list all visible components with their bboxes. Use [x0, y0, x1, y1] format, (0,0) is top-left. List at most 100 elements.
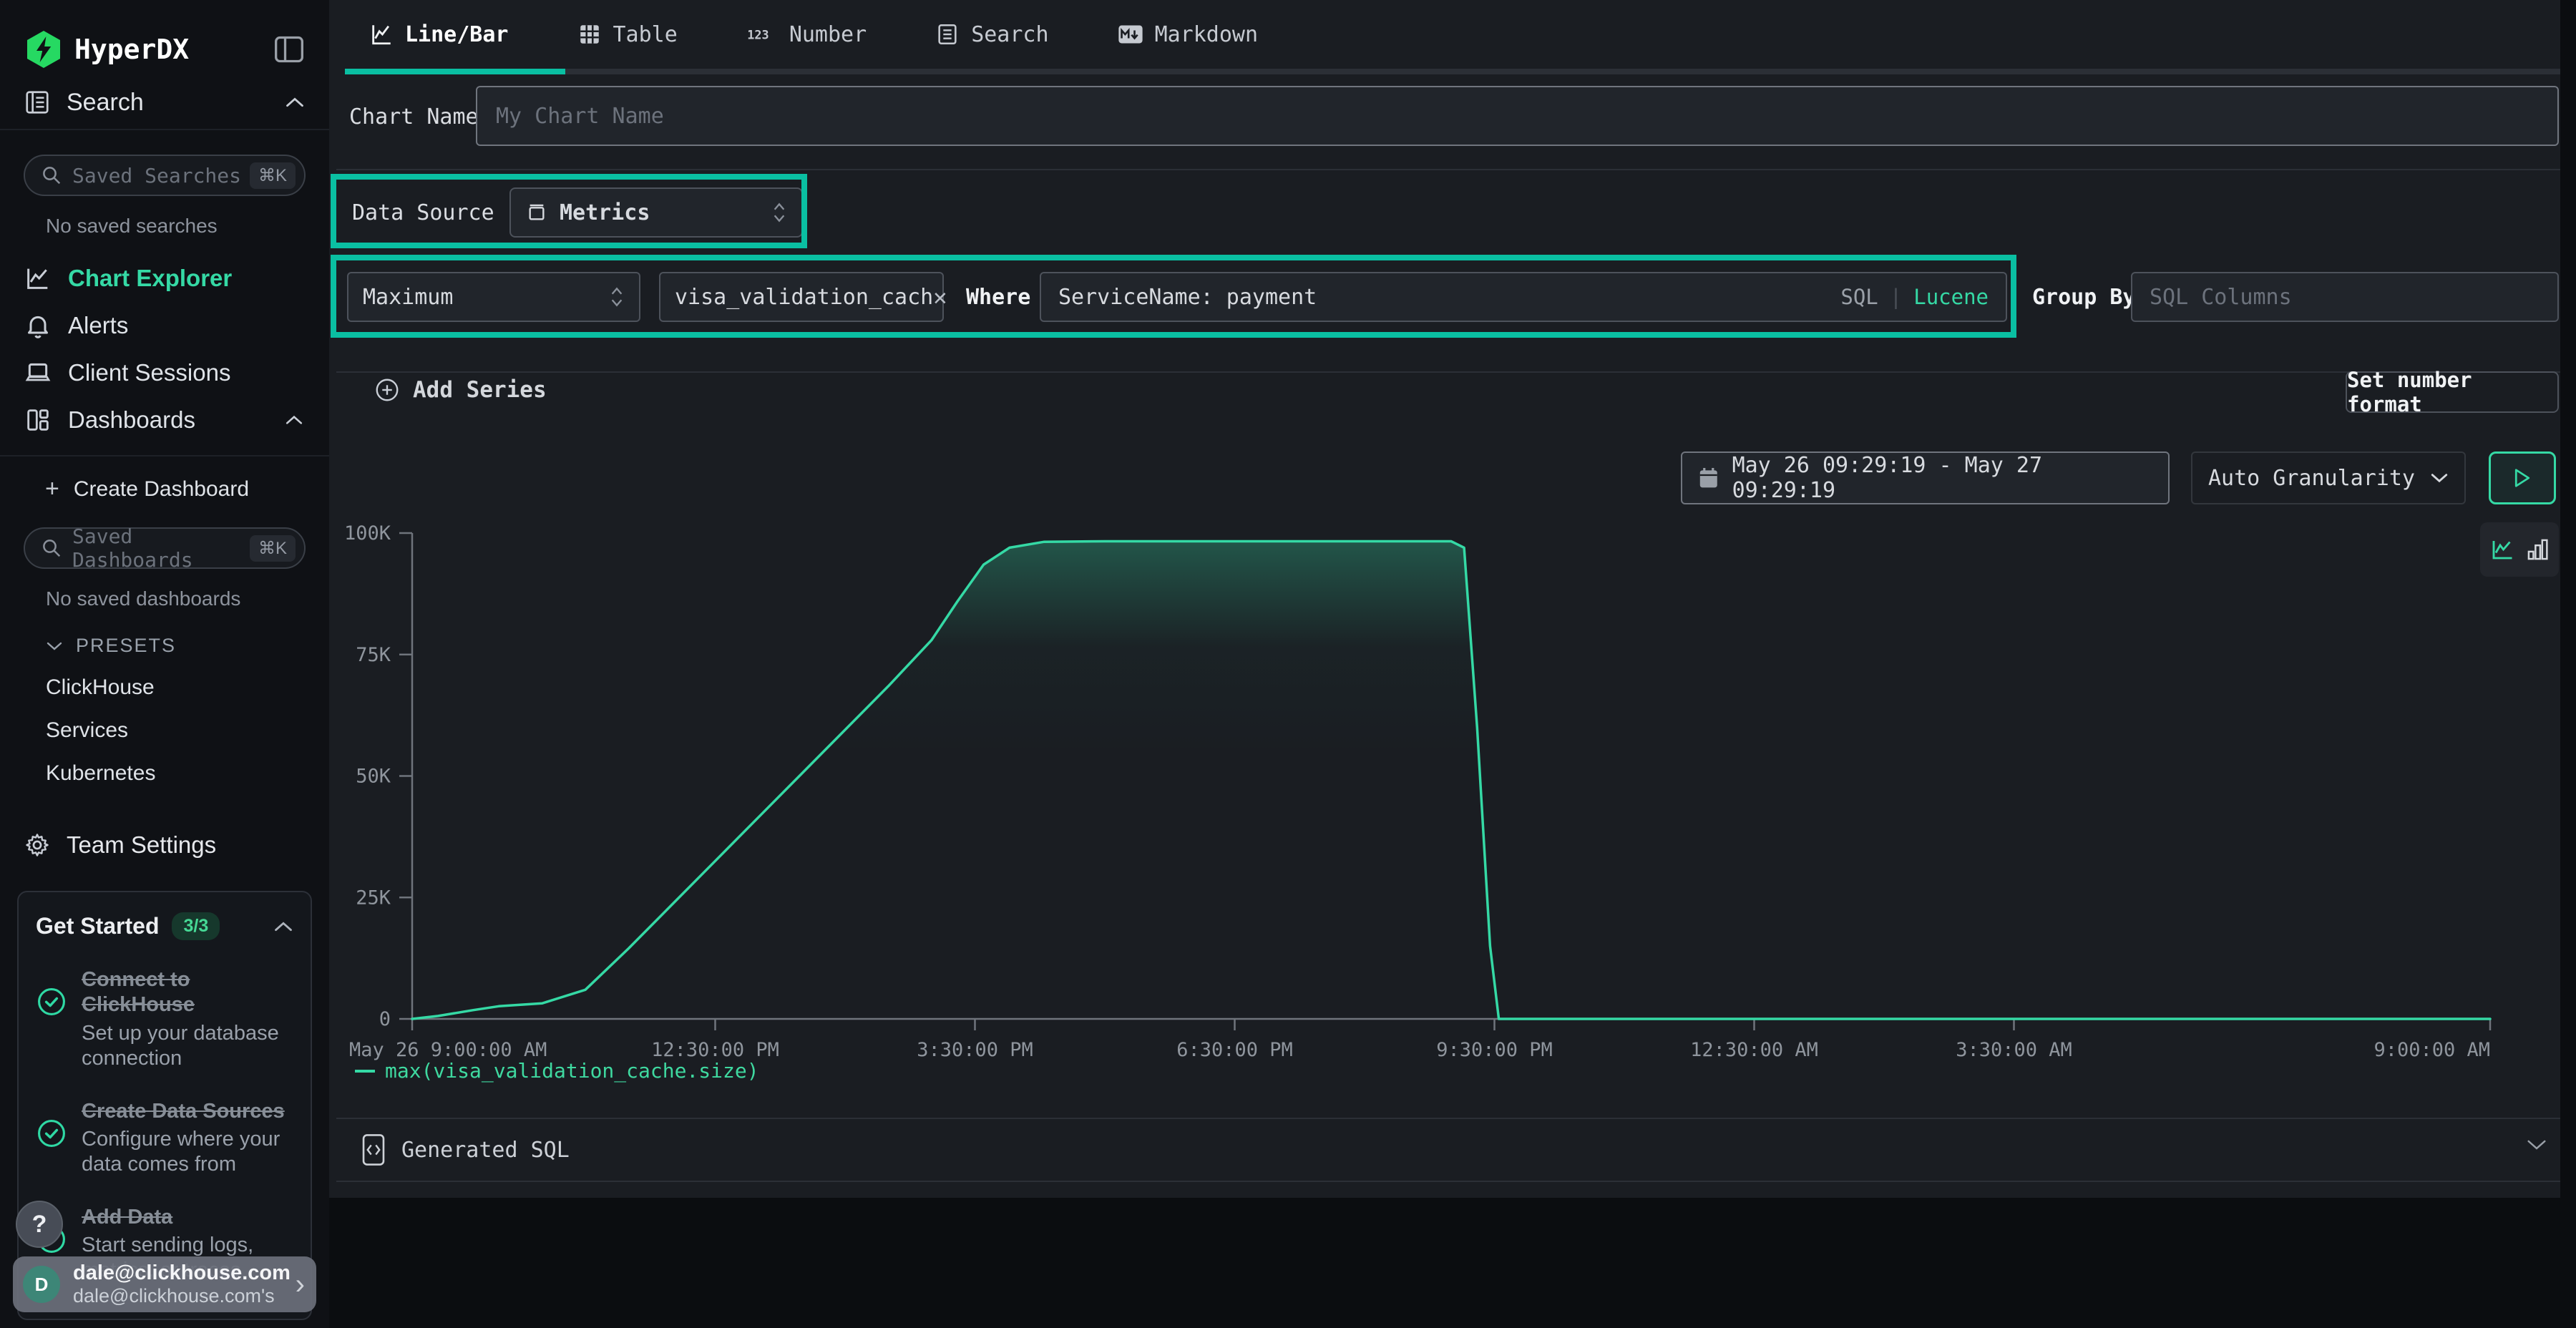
chart-type-tabs: Line/Bar Table 123 Number	[369, 0, 1258, 69]
laptop-icon	[24, 358, 52, 387]
active-tab-indicator	[345, 69, 565, 74]
legend-label: max(visa_validation_cache.size)	[385, 1059, 759, 1083]
dashboards-grid-icon	[24, 406, 52, 434]
no-saved-searches-text: No saved searches	[46, 215, 329, 238]
where-value: ServiceName: payment	[1058, 285, 1317, 310]
create-dashboard-button[interactable]: + Create Dashboard	[45, 475, 329, 503]
plus-icon: +	[45, 475, 59, 503]
legend-item[interactable]: max(visa_validation_cache.size)	[355, 1059, 759, 1083]
add-series-button[interactable]: Add Series	[374, 377, 547, 403]
help-button[interactable]: ?	[16, 1201, 63, 1248]
tab-number[interactable]: 123 Number	[746, 22, 867, 47]
metric-field-tag[interactable]: visa_validation_cach ✕	[659, 272, 944, 322]
nav-label: Chart Explorer	[68, 265, 329, 292]
preset-services[interactable]: Services	[46, 718, 329, 743]
saved-searches-placeholder: Saved Searches	[72, 164, 250, 187]
date-range-input[interactable]: May 26 09:29:19 - May 27 09:29:19	[1681, 451, 2170, 504]
sidebar-section-label: Search	[67, 89, 285, 117]
sidebar-header: HyperDX	[0, 0, 329, 69]
number-123-icon: 123	[746, 22, 778, 47]
plus-circle-icon	[374, 377, 400, 403]
brand-title: HyperDX	[74, 34, 273, 65]
play-icon	[2513, 467, 2532, 489]
tabs-underline-track	[345, 69, 2560, 74]
tab-label: Number	[789, 22, 867, 47]
main-content: Line/Bar Table 123 Number	[329, 0, 2576, 1328]
chart-name-input[interactable]: My Chart Name	[476, 86, 2559, 146]
generated-sql-label: Generated SQL	[401, 1138, 570, 1163]
sidebar-item-alerts[interactable]: Alerts	[0, 302, 329, 349]
data-source-select[interactable]: Metrics	[509, 187, 803, 238]
tab-label: Markdown	[1155, 22, 1259, 47]
svg-text:50K: 50K	[356, 766, 391, 788]
collapse-sidebar-icon[interactable]	[273, 34, 305, 65]
svg-text:9:30:00 PM: 9:30:00 PM	[1436, 1039, 1553, 1061]
get-started-item[interactable]: Create Data Sources Configure where your…	[36, 1099, 293, 1178]
bell-icon	[24, 311, 52, 340]
query-language-toggle[interactable]: SQL | Lucene	[1840, 285, 1989, 309]
where-input[interactable]: ServiceName: payment SQL | Lucene	[1040, 272, 2007, 322]
user-subtitle: dale@clickhouse.com's	[73, 1285, 296, 1307]
line-chart-icon	[369, 22, 394, 47]
generated-sql-toggle[interactable]: Generated SQL	[361, 1129, 570, 1171]
get-started-item[interactable]: Connect to ClickHouse Set up your databa…	[36, 967, 293, 1072]
team-settings-button[interactable]: Team Settings	[24, 831, 329, 859]
calendar-icon	[1698, 467, 1719, 489]
preset-kubernetes[interactable]: Kubernetes	[46, 761, 329, 786]
tab-markdown[interactable]: Markdown	[1118, 22, 1259, 47]
group-by-input[interactable]: SQL Columns	[2131, 272, 2559, 322]
tab-label: Table	[613, 22, 678, 47]
remove-field-icon[interactable]: ✕	[933, 283, 947, 311]
aggregation-select[interactable]: Maximum	[347, 272, 640, 322]
chevron-up-icon	[285, 414, 303, 426]
chevron-up-icon	[285, 96, 305, 109]
app-root: HyperDX Search Saved	[0, 0, 2576, 1328]
sidebar: HyperDX Search Saved	[0, 0, 329, 1328]
preset-clickhouse[interactable]: ClickHouse	[46, 675, 329, 700]
saved-dashboards-input[interactable]: Saved Dashboards ⌘K	[24, 527, 306, 569]
svg-text:75K: 75K	[356, 644, 391, 666]
get-started-item-desc: Configure where your data comes from	[82, 1127, 293, 1178]
tab-table[interactable]: Table	[577, 22, 678, 47]
saved-dashboards-shortcut: ⌘K	[250, 535, 296, 562]
chart-series	[412, 542, 2490, 1020]
check-circle-icon	[36, 1118, 67, 1149]
sidebar-section-search[interactable]: Search	[0, 87, 329, 130]
tab-line-bar[interactable]: Line/Bar	[369, 22, 509, 47]
sidebar-item-chart-explorer[interactable]: Chart Explorer	[0, 255, 329, 302]
language-lucene-option[interactable]: Lucene	[1913, 285, 1989, 309]
get-started-item-title: Create Data Sources	[82, 1099, 293, 1124]
aggregation-value: Maximum	[363, 285, 453, 310]
svg-text:123: 123	[747, 27, 769, 42]
chevron-down-icon	[46, 640, 63, 652]
nav-label: Client Sessions	[68, 359, 329, 386]
language-sql-option[interactable]: SQL	[1840, 285, 1878, 309]
search-icon	[41, 537, 62, 559]
get-started-title: Get Started	[36, 913, 159, 939]
granularity-select[interactable]: Auto Granularity	[2191, 451, 2466, 504]
svg-text:0: 0	[379, 1008, 391, 1030]
presets-label: PRESETS	[76, 635, 176, 657]
set-number-format-button[interactable]: Set number format	[2346, 371, 2559, 413]
granularity-value: Auto Granularity	[2208, 466, 2415, 491]
add-series-label: Add Series	[413, 377, 547, 403]
timeseries-chart[interactable]: 025K50K75K100KMay 26 9:00:00 AM12:30:00 …	[329, 501, 2576, 1095]
create-dashboard-label: Create Dashboard	[74, 477, 249, 502]
chevron-right-icon: ›	[296, 1270, 305, 1299]
sidebar-item-client-sessions[interactable]: Client Sessions	[0, 349, 329, 396]
run-query-button[interactable]	[2489, 451, 2556, 504]
user-menu[interactable]: D dale@clickhouse.com dale@clickhouse.co…	[13, 1256, 316, 1312]
chevron-down-icon[interactable]	[2526, 1138, 2547, 1152]
saved-dashboards-placeholder: Saved Dashboards	[72, 524, 250, 572]
get-started-item-desc: Set up your database connection	[82, 1021, 293, 1072]
gear-icon	[24, 831, 51, 859]
sidebar-item-dashboards[interactable]: Dashboards	[0, 396, 329, 444]
tab-search[interactable]: Search	[935, 22, 1048, 47]
data-source-value: Metrics	[560, 200, 650, 225]
saved-searches-input[interactable]: Saved Searches ⌘K	[24, 155, 306, 196]
divider	[336, 1118, 2560, 1119]
presets-header[interactable]: PRESETS	[46, 635, 329, 657]
date-range-value: May 26 09:29:19 - May 27 09:29:19	[1732, 453, 2152, 503]
metric-field-value: visa_validation_cach	[675, 285, 933, 310]
get-started-header[interactable]: Get Started 3/3	[36, 912, 293, 940]
